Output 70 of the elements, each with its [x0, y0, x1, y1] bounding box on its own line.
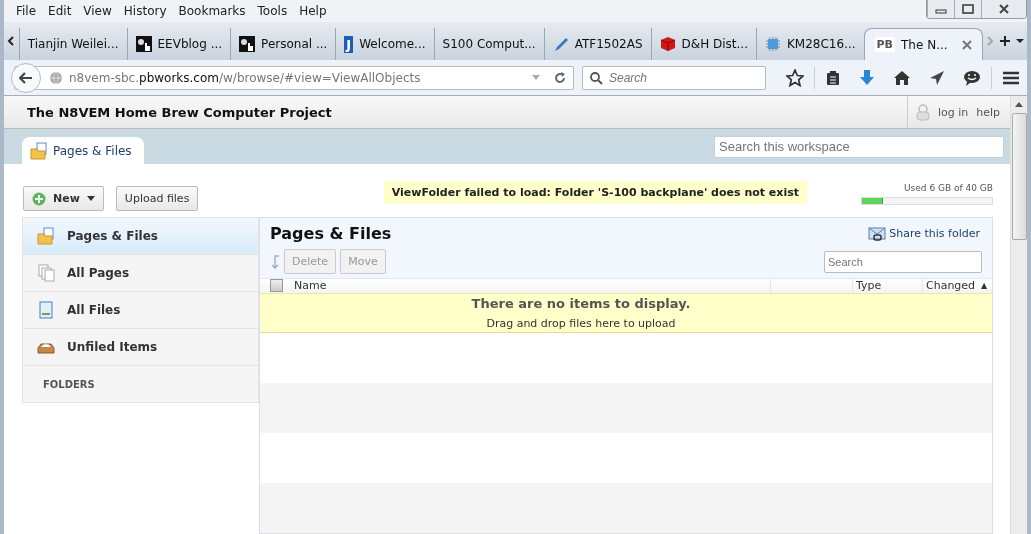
new-button[interactable]: New	[23, 186, 104, 211]
menu-item[interactable]: View	[77, 4, 118, 18]
minimize-button[interactable]	[927, 0, 954, 18]
account-link[interactable]: help	[976, 105, 1000, 119]
star-icon[interactable]	[786, 68, 804, 87]
close-icon	[998, 4, 1010, 14]
maximize-icon	[962, 4, 974, 14]
error-message: ViewFolder failed to load: Folder 'S-100 backplane' does not exist	[383, 181, 807, 204]
menu-item[interactable]: History	[117, 4, 173, 18]
hand-icon	[135, 36, 152, 52]
menu-item[interactable]: File	[10, 4, 43, 18]
chip-icon	[764, 36, 781, 52]
hand-icon	[239, 36, 256, 52]
globe-icon	[49, 70, 63, 85]
return-arrow-icon	[270, 253, 280, 270]
search-field[interactable]: Search	[582, 65, 766, 90]
reload-icon[interactable]	[553, 70, 567, 85]
section-heading: FOLDERS	[43, 378, 95, 390]
scroll-up-icon[interactable]	[1015, 102, 1023, 107]
search-field[interactable]: Search	[824, 250, 982, 273]
chat-icon[interactable]	[963, 69, 981, 86]
file-icon	[37, 301, 55, 319]
upload-hint: Drag and drop files here to upload	[486, 316, 676, 330]
storage-label: Used 6 GB of 40 GB	[904, 182, 993, 193]
menu-item[interactable]: Edit	[42, 4, 78, 18]
cube-icon	[659, 36, 676, 52]
search-icon	[589, 70, 603, 85]
workspace-search-field[interactable]: Search this workspace	[714, 135, 1004, 158]
site-icon: PB	[874, 37, 895, 52]
address-field[interactable]: n8vem-sbc.pbworks.com/w/browse/#view=ViewAllObjects	[14, 65, 574, 90]
select-all-checkbox[interactable]	[270, 279, 283, 293]
site-title: The N8VEM Home Brew Computer Project	[27, 104, 332, 120]
plus-icon	[32, 191, 46, 206]
close-tab-icon[interactable]	[961, 39, 972, 50]
panel-title: Pages & Files	[270, 224, 392, 243]
upload-files-button[interactable]: Upload files	[115, 186, 199, 211]
site-icon: J	[344, 35, 354, 53]
pages-icon	[37, 264, 55, 282]
close-button[interactable]	[981, 0, 1026, 18]
sidebar-item[interactable]: All Files	[23, 292, 258, 329]
column-header[interactable]: Type	[852, 279, 922, 293]
clipboard-icon[interactable]	[825, 69, 841, 86]
folder-icon	[37, 227, 55, 245]
browser-tab[interactable]: PB The N...	[863, 28, 983, 60]
empty-message: There are no items to display.	[471, 295, 691, 311]
sidebar-item[interactable]: Unfiled Items	[23, 329, 258, 366]
sidebar-item[interactable]: Pages & Files	[23, 218, 258, 255]
scrollbar[interactable]	[1010, 96, 1027, 534]
menu-item[interactable]: Help	[293, 4, 333, 18]
user-icon	[915, 103, 930, 121]
back-arrow-icon	[19, 71, 33, 84]
envelope-icon	[868, 226, 887, 241]
download-icon[interactable]	[859, 68, 875, 87]
send-icon[interactable]	[929, 69, 945, 86]
page-tab[interactable]: Pages & Files	[22, 137, 144, 164]
back-button[interactable]	[11, 62, 41, 93]
column-header[interactable]: Name	[291, 279, 770, 293]
menu-item[interactable]: Bookmarks	[172, 4, 252, 18]
menu-item[interactable]: Tools	[251, 4, 294, 18]
folder-icon	[30, 141, 48, 160]
maximize-button[interactable]	[954, 0, 981, 18]
share-folder-link[interactable]: Share this folder	[868, 226, 980, 241]
url-text: n8vem-sbc.pbworks.com/w/browse/#view=ViewAllObjects	[69, 70, 422, 85]
account-link[interactable]: log in	[937, 105, 969, 119]
column-header[interactable]: Changed ▲	[922, 279, 992, 293]
sidebar-item[interactable]: All Pages	[23, 255, 258, 292]
caret-icon	[86, 195, 95, 202]
home-icon[interactable]	[893, 69, 911, 86]
pen-icon	[552, 36, 569, 52]
menu-icon[interactable]	[1002, 70, 1020, 85]
